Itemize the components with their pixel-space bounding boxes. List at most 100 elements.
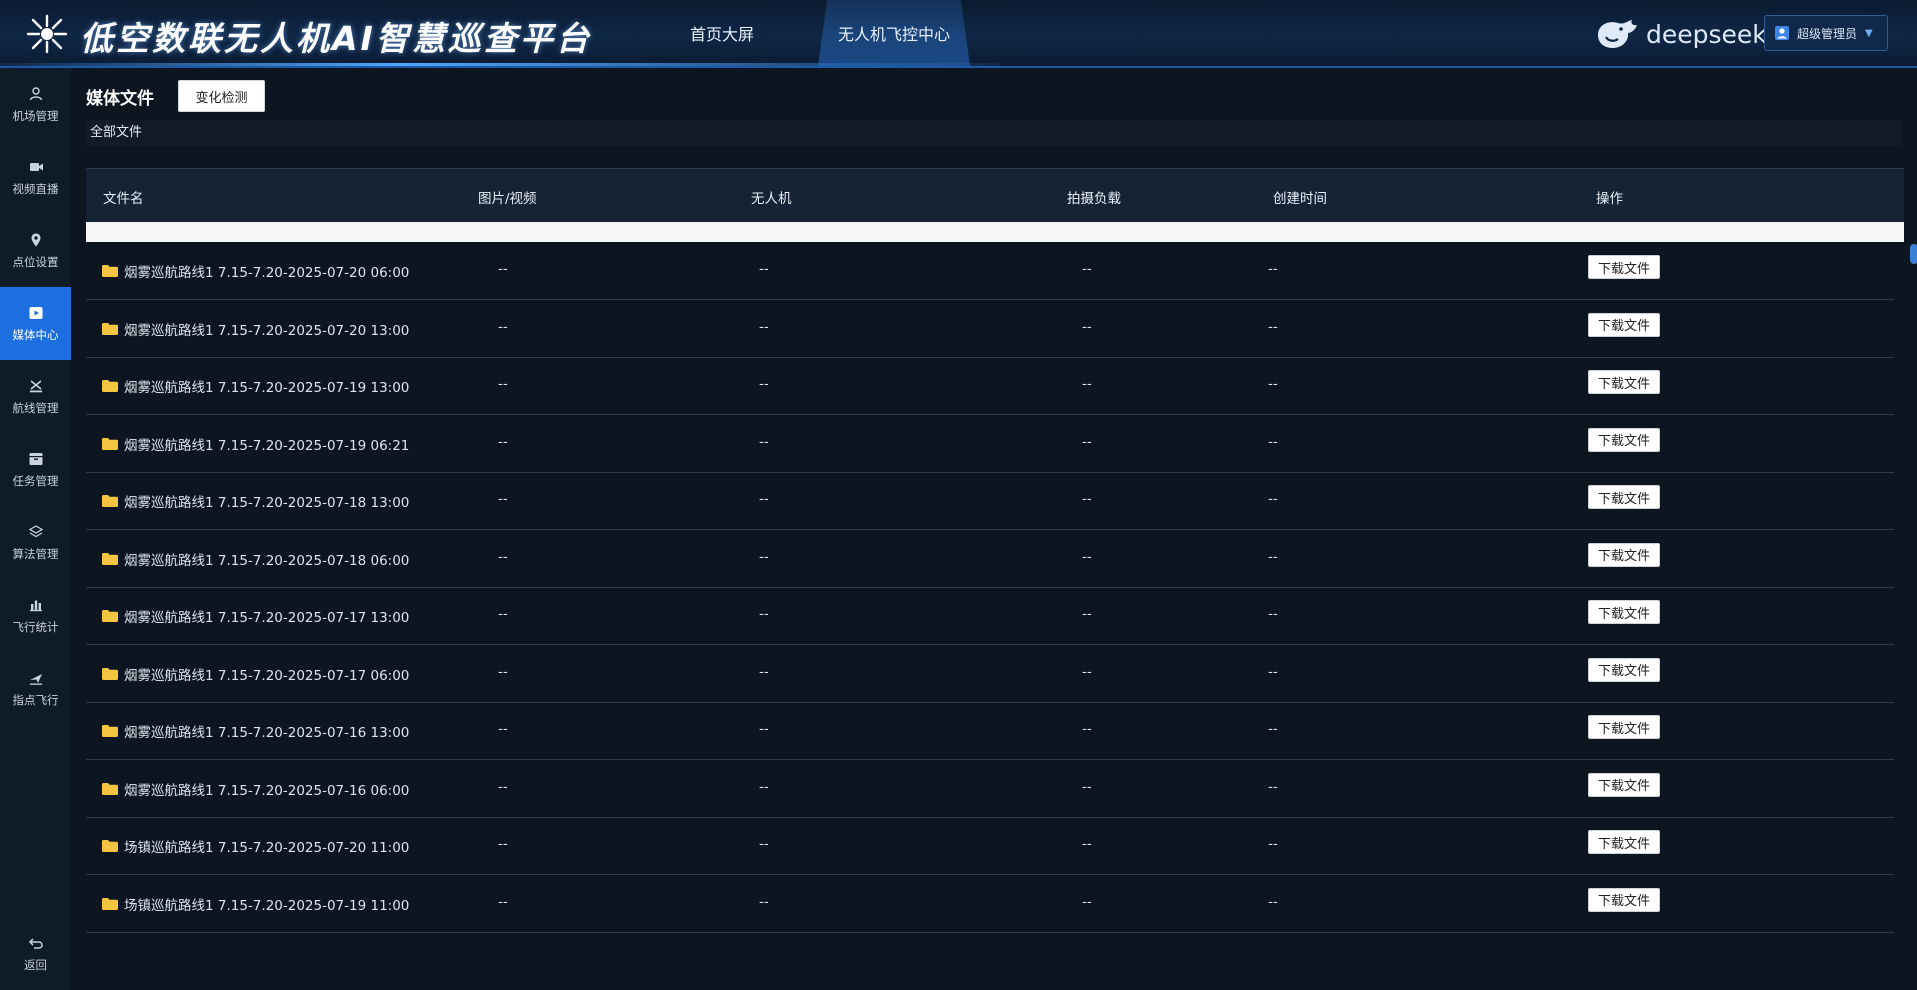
created-time-cell: -- xyxy=(1268,663,1278,680)
file-name-cell[interactable]: 烟雾巡航路线1 7.15-7.20-2025-07-18 06:00 xyxy=(102,549,437,569)
media-type-cell: -- xyxy=(498,893,508,910)
file-name-cell[interactable]: 场镇巡航路线1 7.15-7.20-2025-07-19 11:00 xyxy=(102,894,437,914)
column-header-file-name: 文件名 xyxy=(103,191,144,207)
created-time-cell: -- xyxy=(1268,778,1278,795)
sidebar-item-video-live[interactable]: 视频直播 xyxy=(0,141,71,214)
download-file-button[interactable]: 下载文件 xyxy=(1588,370,1660,394)
created-time-cell: -- xyxy=(1268,318,1278,335)
file-name-cell[interactable]: 烟雾巡航路线1 7.15-7.20-2025-07-20 13:00 xyxy=(102,319,437,339)
table-row[interactable]: 场镇巡航路线1 7.15-7.20-2025-07-19 11:00 -- -- --… xyxy=(86,875,1894,933)
payload-cell: -- xyxy=(1082,548,1092,565)
bar-chart-icon xyxy=(29,600,42,611)
whale-icon xyxy=(1598,20,1637,48)
main-content: 媒体文件 变化检测 全部文件 文件名 图片/视频 无人机 拍摄负载 创建时间 操… xyxy=(71,68,1917,990)
table-row[interactable]: 烟雾巡航路线1 7.15-7.20-2025-07-17 06:00 -- -- --… xyxy=(86,645,1894,703)
drone-cell: -- xyxy=(759,836,769,852)
layers-icon xyxy=(28,524,43,537)
nav-tab-flight-control[interactable]: 无人机飞控中心 xyxy=(818,0,970,66)
payload-cell: -- xyxy=(1082,836,1092,852)
file-name-cell[interactable]: 烟雾巡航路线1 7.15-7.20-2025-07-19 06:21 xyxy=(102,434,437,454)
folder-icon xyxy=(102,437,118,450)
change-detection-button[interactable]: 变化检测 xyxy=(178,80,265,112)
table-row[interactable]: 烟雾巡航路线1 7.15-7.20-2025-07-17 13:00 -- -- --… xyxy=(86,587,1894,645)
breadcrumb: 全部文件 xyxy=(85,120,1903,146)
media-type-cell: -- xyxy=(498,836,508,852)
media-type-cell: -- xyxy=(498,376,508,392)
download-file-button[interactable]: 下载文件 xyxy=(1588,485,1660,509)
file-name-cell[interactable]: 烟雾巡航路线1 7.15-7.20-2025-07-17 13:00 xyxy=(102,606,437,626)
sidebar-item-point-settings[interactable]: 点位设置 xyxy=(0,214,71,287)
drone-cell: -- xyxy=(759,261,769,277)
download-file-button[interactable]: 下载文件 xyxy=(1588,427,1660,452)
table-row[interactable]: 烟雾巡航路线1 7.15-7.20-2025-07-19 13:00 -- -- --… xyxy=(86,357,1894,415)
table-row[interactable]: 烟雾巡航路线1 7.15-7.20-2025-07-19 06:21 -- -- --… xyxy=(86,415,1894,473)
sidebar-item-media-center[interactable]: 媒体中心 xyxy=(0,287,71,360)
file-name-cell[interactable]: 烟雾巡航路线1 7.15-7.20-2025-07-20 06:00 xyxy=(102,261,437,281)
table-row[interactable]: 场镇巡航路线1 7.15-7.20-2025-07-20 11:00 -- -- --… xyxy=(86,817,1894,875)
download-file-button[interactable]: 下载文件 xyxy=(1588,600,1660,624)
table-loading-strip xyxy=(86,222,1904,242)
folder-icon xyxy=(102,380,118,392)
sidebar-item-label: 算法管理 xyxy=(12,546,59,561)
sidebar-item-route-management[interactable]: 航线管理 xyxy=(0,360,71,433)
chevron-down-icon: ▼ xyxy=(1865,27,1873,39)
drone-cell: -- xyxy=(759,491,769,507)
point-flight-icon xyxy=(29,673,42,685)
payload-cell: -- xyxy=(1082,721,1092,737)
sidebar-item-task-management[interactable]: 任务管理 xyxy=(0,433,71,506)
file-name-cell[interactable]: 烟雾巡航路线1 7.15-7.20-2025-07-18 13:00 xyxy=(102,491,437,511)
media-file-table: 文件名 图片/视频 无人机 拍摄负载 创建时间 操作 烟雾巡航路线1 7.15-… xyxy=(86,168,1917,948)
task-box-icon xyxy=(29,452,42,465)
sidebar-item-label: 点位设置 xyxy=(12,254,59,269)
table-row[interactable]: 烟雾巡航路线1 7.15-7.20-2025-07-18 06:00 -- -- --… xyxy=(86,530,1894,588)
table-row[interactable]: 烟雾巡航路线1 7.15-7.20-2025-07-20 13:00 -- -- --… xyxy=(86,300,1894,358)
download-file-button[interactable]: 下载文件 xyxy=(1588,542,1660,567)
sidebar-item-flight-statistics[interactable]: 飞行统计 xyxy=(0,579,71,652)
download-file-button[interactable]: 下载文件 xyxy=(1588,772,1660,797)
sidebar-item-point-flight[interactable]: 指点飞行 xyxy=(0,652,71,725)
sidebar-item-label: 机场管理 xyxy=(12,108,59,123)
table-row[interactable]: 烟雾巡航路线1 7.15-7.20-2025-07-16 06:00 -- -- --… xyxy=(86,760,1894,818)
column-header-actions: 操作 xyxy=(1596,191,1623,207)
back-button[interactable]: 返回 xyxy=(0,917,71,990)
download-file-button[interactable]: 下载文件 xyxy=(1588,312,1660,337)
platform-logo-icon xyxy=(26,14,68,54)
payload-cell: -- xyxy=(1082,261,1092,277)
download-file-button[interactable]: 下载文件 xyxy=(1588,887,1660,912)
sidebar-item-label: 航线管理 xyxy=(12,400,59,415)
folder-icon xyxy=(102,897,118,910)
media-type-cell: -- xyxy=(498,663,508,680)
user-menu[interactable]: 超级管理员 ▼ xyxy=(1764,15,1888,51)
top-header: 低空数联无人机AI智慧巡查平台 首页大屏 无人机飞控中心 deepseek 超级… xyxy=(0,0,1917,68)
file-name: 烟雾巡航路线1 7.15-7.20-2025-07-19 06:21 xyxy=(124,437,410,454)
video-icon xyxy=(29,162,43,171)
column-header-created-time: 创建时间 xyxy=(1273,191,1327,207)
sidebar-item-airport[interactable]: 机场管理 xyxy=(0,68,71,141)
created-time-cell: -- xyxy=(1268,606,1278,622)
file-name-cell[interactable]: 烟雾巡航路线1 7.15-7.20-2025-07-17 06:00 xyxy=(102,664,437,684)
file-name: 烟雾巡航路线1 7.15-7.20-2025-07-19 13:00 xyxy=(124,380,410,396)
download-file-button[interactable]: 下载文件 xyxy=(1588,830,1660,854)
file-name-cell[interactable]: 场镇巡航路线1 7.15-7.20-2025-07-20 11:00 xyxy=(102,836,437,856)
download-file-button[interactable]: 下载文件 xyxy=(1588,715,1660,739)
breadcrumb-all-files[interactable]: 全部文件 xyxy=(90,125,142,140)
file-name: 场镇巡航路线1 7.15-7.20-2025-07-20 11:00 xyxy=(124,840,410,856)
file-name-cell[interactable]: 烟雾巡航路线1 7.15-7.20-2025-07-16 06:00 xyxy=(102,779,437,799)
nav-tab-home-screen[interactable]: 首页大屏 xyxy=(690,0,754,66)
file-name-cell[interactable]: 烟雾巡航路线1 7.15-7.20-2025-07-19 13:00 xyxy=(102,376,437,396)
table-scrollbar-thumb[interactable] xyxy=(1910,244,1917,264)
table-row[interactable]: 烟雾巡航路线1 7.15-7.20-2025-07-18 13:00 -- -- --… xyxy=(86,472,1894,530)
download-file-button[interactable]: 下载文件 xyxy=(1588,255,1660,279)
sidebar-item-algorithm-management[interactable]: 算法管理 xyxy=(0,506,71,579)
created-time-cell: -- xyxy=(1268,721,1278,737)
download-file-button[interactable]: 下载文件 xyxy=(1588,657,1660,682)
file-name-cell[interactable]: 烟雾巡航路线1 7.15-7.20-2025-07-16 13:00 xyxy=(102,721,437,741)
drone-cell: -- xyxy=(759,663,769,680)
table-row[interactable]: 烟雾巡航路线1 7.15-7.20-2025-07-20 06:00 -- -- --… xyxy=(86,242,1894,300)
table-row[interactable]: 烟雾巡航路线1 7.15-7.20-2025-07-16 13:00 -- -- --… xyxy=(86,702,1894,760)
file-name: 烟雾巡航路线1 7.15-7.20-2025-07-16 13:00 xyxy=(124,725,410,741)
file-name: 烟雾巡航路线1 7.15-7.20-2025-07-17 13:00 xyxy=(124,610,410,626)
folder-icon xyxy=(102,610,118,622)
drone-cell: -- xyxy=(759,376,769,392)
file-name: 烟雾巡航路线1 7.15-7.20-2025-07-17 06:00 xyxy=(124,667,410,684)
